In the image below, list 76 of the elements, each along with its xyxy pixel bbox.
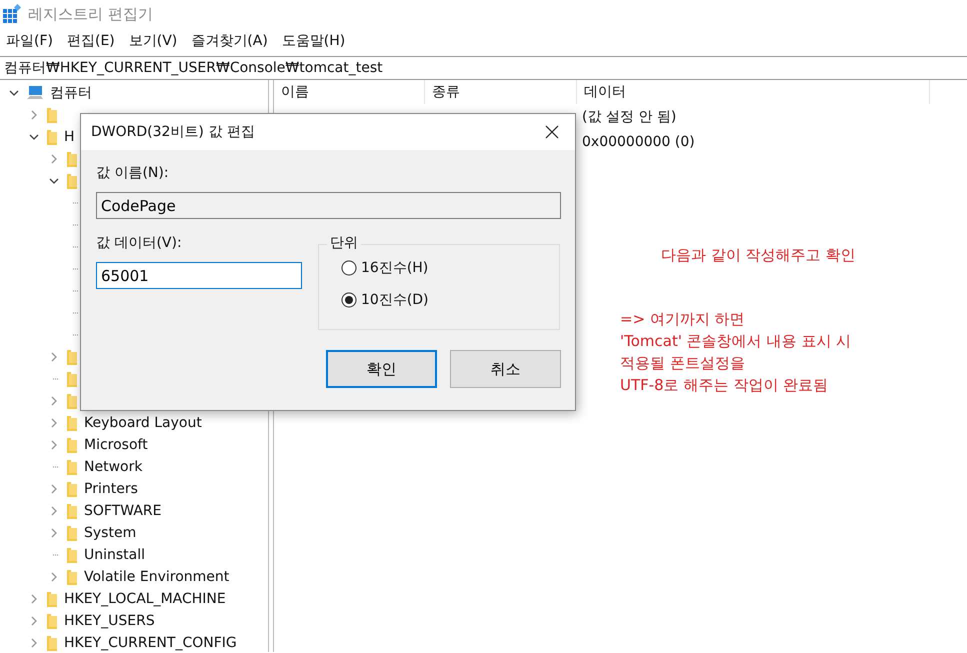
ok-button[interactable]: 확인 bbox=[326, 350, 437, 388]
chevron-down-icon[interactable] bbox=[49, 176, 59, 186]
name-field[interactable]: CodePage bbox=[96, 192, 561, 219]
folder-icon bbox=[46, 107, 58, 123]
cancel-button[interactable]: 취소 bbox=[450, 350, 561, 388]
chevron-right-icon[interactable] bbox=[49, 528, 59, 538]
folder-icon bbox=[66, 525, 78, 541]
column-header[interactable]: 이름 bbox=[274, 80, 425, 104]
table-cell-text: (값 설정 안 됨) bbox=[581, 108, 676, 126]
folder-icon bbox=[66, 393, 78, 409]
column-header[interactable]: 데이터 bbox=[577, 80, 930, 104]
folder-icon bbox=[66, 173, 78, 189]
menu-item[interactable]: 파일(F) bbox=[6, 32, 53, 50]
chevron-right-icon[interactable] bbox=[49, 506, 59, 516]
chevron-right-icon[interactable] bbox=[49, 572, 59, 582]
chevron-right-icon[interactable] bbox=[49, 154, 59, 164]
tree-item[interactable]: Uninstall bbox=[84, 547, 146, 563]
registry-icon bbox=[2, 4, 22, 24]
close-icon[interactable] bbox=[545, 125, 559, 139]
folder-icon bbox=[66, 569, 78, 585]
tree-item[interactable]: 컴퓨터 bbox=[50, 84, 92, 102]
chevron-right-icon[interactable] bbox=[49, 418, 59, 428]
folder-icon bbox=[66, 415, 78, 431]
chevron-right-icon[interactable] bbox=[29, 616, 39, 626]
tree-item[interactable]: Keyboard Layout bbox=[84, 415, 202, 431]
chevron-right-icon[interactable] bbox=[49, 396, 59, 406]
chevron-right-icon[interactable] bbox=[49, 440, 59, 450]
folder-icon bbox=[66, 371, 78, 387]
folder-icon bbox=[66, 459, 78, 475]
table-cell-text: 0x00000000 (0) bbox=[581, 134, 695, 150]
field-label: 값 데이터(V): bbox=[96, 234, 183, 252]
radio-label[interactable]: 10진수(D) bbox=[361, 291, 429, 309]
tree-item[interactable]: Microsoft bbox=[84, 437, 148, 453]
chevron-right-icon[interactable] bbox=[29, 638, 39, 648]
folder-icon bbox=[46, 129, 58, 145]
annotation-text: => 여기까지 하면 'Tomcat' 콘솔창에서 내용 표시 시 적용될 폰트설정을 UTF-8로 해주는 작업이 완료됨 bbox=[620, 309, 852, 396]
folder-icon bbox=[66, 481, 78, 497]
chevron-down-icon[interactable] bbox=[9, 88, 19, 98]
data-field[interactable]: 65001 bbox=[96, 262, 302, 289]
folder-icon bbox=[46, 591, 58, 607]
tree-item[interactable]: System bbox=[84, 525, 136, 541]
folder-icon bbox=[66, 151, 78, 167]
tree-item[interactable]: HKEY_USERS bbox=[64, 613, 155, 629]
computer-icon bbox=[26, 85, 44, 101]
chevron-right-icon[interactable] bbox=[49, 484, 59, 494]
menu-item[interactable]: 편집(E) bbox=[66, 32, 115, 50]
tree-item[interactable]: HKEY_LOCAL_MACHINE bbox=[64, 591, 226, 607]
chevron-down-icon[interactable] bbox=[29, 132, 39, 142]
tree-item[interactable]: Network bbox=[84, 459, 142, 475]
menu-item[interactable]: 도움말(H) bbox=[282, 32, 346, 50]
dialog-title: DWORD(32비트) 값 편집 bbox=[91, 123, 255, 141]
folder-icon bbox=[66, 349, 78, 365]
folder-icon bbox=[46, 635, 58, 651]
folder-icon bbox=[46, 613, 58, 629]
tree-item[interactable]: HKEY_CURRENT_CONFIG bbox=[64, 635, 237, 651]
chevron-right-icon[interactable] bbox=[29, 110, 39, 120]
address-bar[interactable]: 컴퓨터₩HKEY_CURRENT_USER₩Console₩tomcat_test bbox=[0, 56, 967, 80]
folder-icon bbox=[66, 547, 78, 563]
folder-icon bbox=[66, 503, 78, 519]
group-label: 단위 bbox=[327, 234, 361, 252]
folder-icon bbox=[66, 437, 78, 453]
chevron-right-icon[interactable] bbox=[49, 352, 59, 362]
field-label: 값 이름(N): bbox=[96, 164, 170, 182]
tree-item[interactable]: H bbox=[64, 129, 75, 145]
menu-item[interactable]: 보기(V) bbox=[128, 32, 178, 50]
annotation-text: 다음과 같이 작성해주고 확인 bbox=[661, 246, 856, 265]
menu-item[interactable]: 즐겨찾기(A) bbox=[191, 32, 268, 50]
chevron-right-icon[interactable] bbox=[29, 594, 39, 604]
column-header[interactable]: 종류 bbox=[425, 80, 577, 104]
radio-button[interactable] bbox=[341, 292, 357, 308]
window-title: 레지스트리 편집기 bbox=[28, 4, 153, 24]
radio-label[interactable]: 16진수(H) bbox=[361, 259, 428, 277]
tree-item[interactable]: Volatile Environment bbox=[84, 569, 230, 585]
radio-button[interactable] bbox=[341, 260, 357, 276]
tree-item[interactable]: SOFTWARE bbox=[84, 503, 162, 519]
tree-item[interactable]: Printers bbox=[84, 481, 138, 497]
